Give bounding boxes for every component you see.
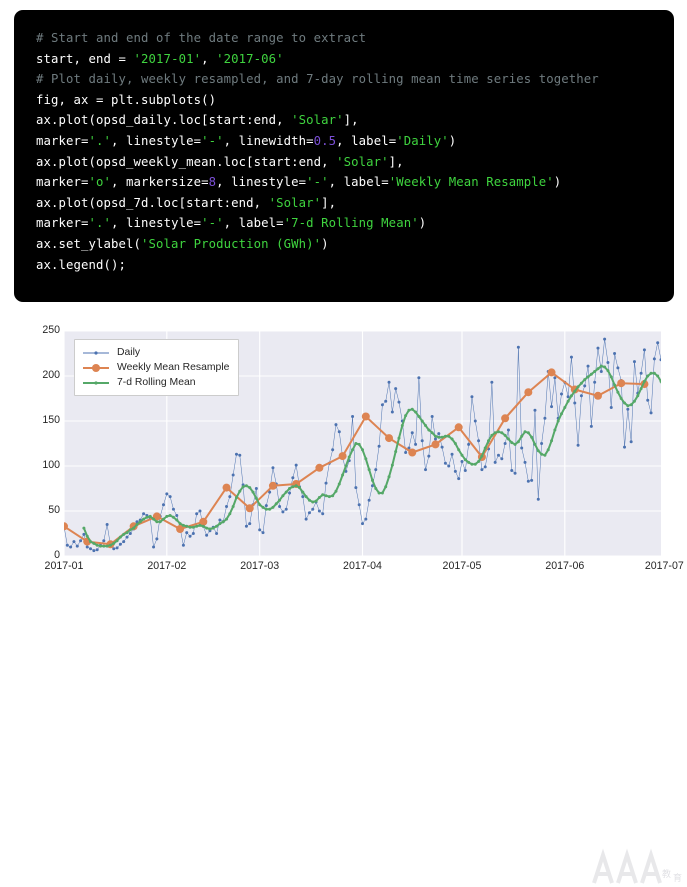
code-line-4: fig, ax = plt.subplots() — [36, 90, 674, 111]
code-token-plain: ], — [343, 113, 359, 128]
code-line-5: ax.plot(opsd_daily.loc[start:end, 'Solar… — [36, 110, 674, 131]
x-tick-label: 2017-07 — [644, 560, 684, 572]
chart-legend: Daily Weekly Mean Resample 7-d Rolling Mea… — [74, 339, 240, 396]
code-token-comment: # Plot daily, weekly resampled, and 7-da… — [36, 72, 599, 87]
y-tick-label: 250 — [42, 324, 60, 336]
code-line-6: marker='.', linestyle='-', linewidth=0.5… — [36, 131, 674, 152]
legend-label: Daily — [117, 347, 141, 358]
code-token-str: 'Solar Production (GWh)' — [141, 236, 322, 251]
code-token-plain: , linestyle= — [111, 133, 202, 148]
legend-swatch-icon — [83, 363, 109, 372]
code-token-num: 8 — [208, 175, 217, 190]
code-token-plain: , label= — [223, 216, 284, 231]
x-tick-label: 2017-06 — [545, 560, 585, 572]
code-line-8: marker='o', markersize=8, linestyle='-',… — [36, 172, 674, 193]
legend-label: Weekly Mean Resample — [117, 362, 230, 373]
code-token-plain: marker= — [36, 175, 89, 190]
x-tick-label: 2017-02 — [147, 560, 187, 572]
y-axis-ticks: 0 50 100 150 200 250 — [16, 324, 60, 561]
code-token-str: '-' — [306, 175, 329, 190]
code-line-3: # Plot daily, weekly resampled, and 7-da… — [36, 69, 674, 90]
y-tick-label: 150 — [42, 414, 60, 426]
code-line-12: ax.legend(); — [36, 255, 674, 276]
code-token-str: '7-d Rolling Mean' — [283, 216, 419, 231]
y-tick-label: 200 — [42, 369, 60, 381]
code-token-num: 0.5 — [313, 133, 337, 148]
code-token-plain: ax.plot(opsd_7d.loc[start:end, — [36, 195, 269, 210]
code-line-2: start, end = '2017-01', '2017-06' — [36, 49, 674, 70]
code-token-plain: ) — [418, 216, 427, 231]
code-token-plain: , linewidth= — [223, 133, 314, 148]
legend-item: Weekly Mean Resample — [82, 360, 229, 375]
code-token-str: '-' — [201, 216, 224, 231]
code-token-plain: ) — [553, 175, 562, 190]
legend-swatch-icon — [83, 350, 109, 355]
code-token-comment: # Start and end of the date range to ext… — [36, 31, 367, 45]
svg-text:育: 育 — [673, 872, 682, 884]
code-token-str: '2017-06' — [216, 51, 284, 66]
code-token-str: '-' — [201, 133, 224, 148]
code-block: # Start and end of the date range to ext… — [14, 10, 674, 302]
legend-item: Daily — [82, 345, 229, 360]
code-token-str: 'Solar' — [291, 113, 344, 128]
code-line-7: ax.plot(opsd_weekly_mean.loc[start:end, … — [36, 152, 674, 173]
code-token-plain: marker= — [36, 133, 89, 148]
matplotlib-figure: Solar Production (GWh) 050100150200250 2… — [0, 312, 687, 884]
code-token-str: '.' — [88, 216, 112, 231]
code-token-plain: fig, ax = plt.subplots() — [36, 92, 217, 107]
code-token-str: '2017-01' — [133, 51, 202, 66]
code-line-10: marker='.', linestyle='-', label='7-d Ro… — [36, 213, 674, 234]
code-token-plain: marker= — [36, 216, 89, 231]
x-tick-label: 2017-03 — [240, 560, 280, 572]
code-token-plain: ) — [448, 133, 457, 148]
code-token-plain: , markersize= — [111, 175, 209, 190]
code-token-plain: ) — [321, 236, 329, 251]
code-token-plain: ax.plot(opsd_daily.loc[start:end, — [36, 113, 292, 128]
code-token-plain: ], — [321, 195, 337, 210]
code-token-plain: start, end = — [36, 51, 134, 66]
x-tick-label: 2017-04 — [343, 560, 382, 572]
x-axis-ticks: 2017-01 2017-02 2017-03 2017-04 2017-05 2017-… — [45, 560, 684, 578]
code-line-11: ax.set_ylabel('Solar Production (GWh)') — [36, 234, 674, 255]
code-token-plain: , linestyle= — [111, 216, 202, 231]
code-token-plain: ax.set_ylabel( — [36, 236, 142, 251]
code-token-plain: , — [201, 51, 217, 66]
code-token-str: 'Daily' — [396, 133, 449, 148]
y-tick-label: 50 — [48, 504, 60, 516]
y-tick-label: 100 — [42, 459, 60, 471]
code-token-str: 'o' — [88, 175, 112, 190]
code-line-9: ax.plot(opsd_7d.loc[start:end, 'Solar'], — [36, 193, 674, 214]
code-token-str: 'Weekly Mean Resample' — [388, 175, 554, 190]
x-tick-label: 2017-01 — [44, 560, 84, 572]
code-token-str: 'Solar' — [336, 154, 389, 169]
code-token-plain: ax.plot(opsd_weekly_mean.loc[start:end, — [36, 154, 337, 169]
x-tick-label: 2017-05 — [442, 560, 482, 572]
legend-item: 7-d Rolling Mean — [82, 375, 229, 390]
legend-label: 7-d Rolling Mean — [117, 377, 196, 388]
watermark-logo: 教 育 — [592, 848, 682, 884]
code-token-plain: ], — [388, 154, 404, 169]
code-token-plain: , label= — [328, 175, 389, 190]
code-token-plain: , label= — [336, 133, 397, 148]
svg-text:教: 教 — [662, 868, 671, 880]
code-token-plain: ax.legend(); — [36, 257, 127, 272]
code-token-plain: , linestyle= — [216, 175, 307, 190]
code-line-1: # Start and end of the date range to ext… — [36, 28, 674, 49]
legend-swatch-icon — [83, 380, 109, 385]
code-token-str: 'Solar' — [268, 195, 322, 210]
code-token-str: '.' — [88, 133, 112, 148]
